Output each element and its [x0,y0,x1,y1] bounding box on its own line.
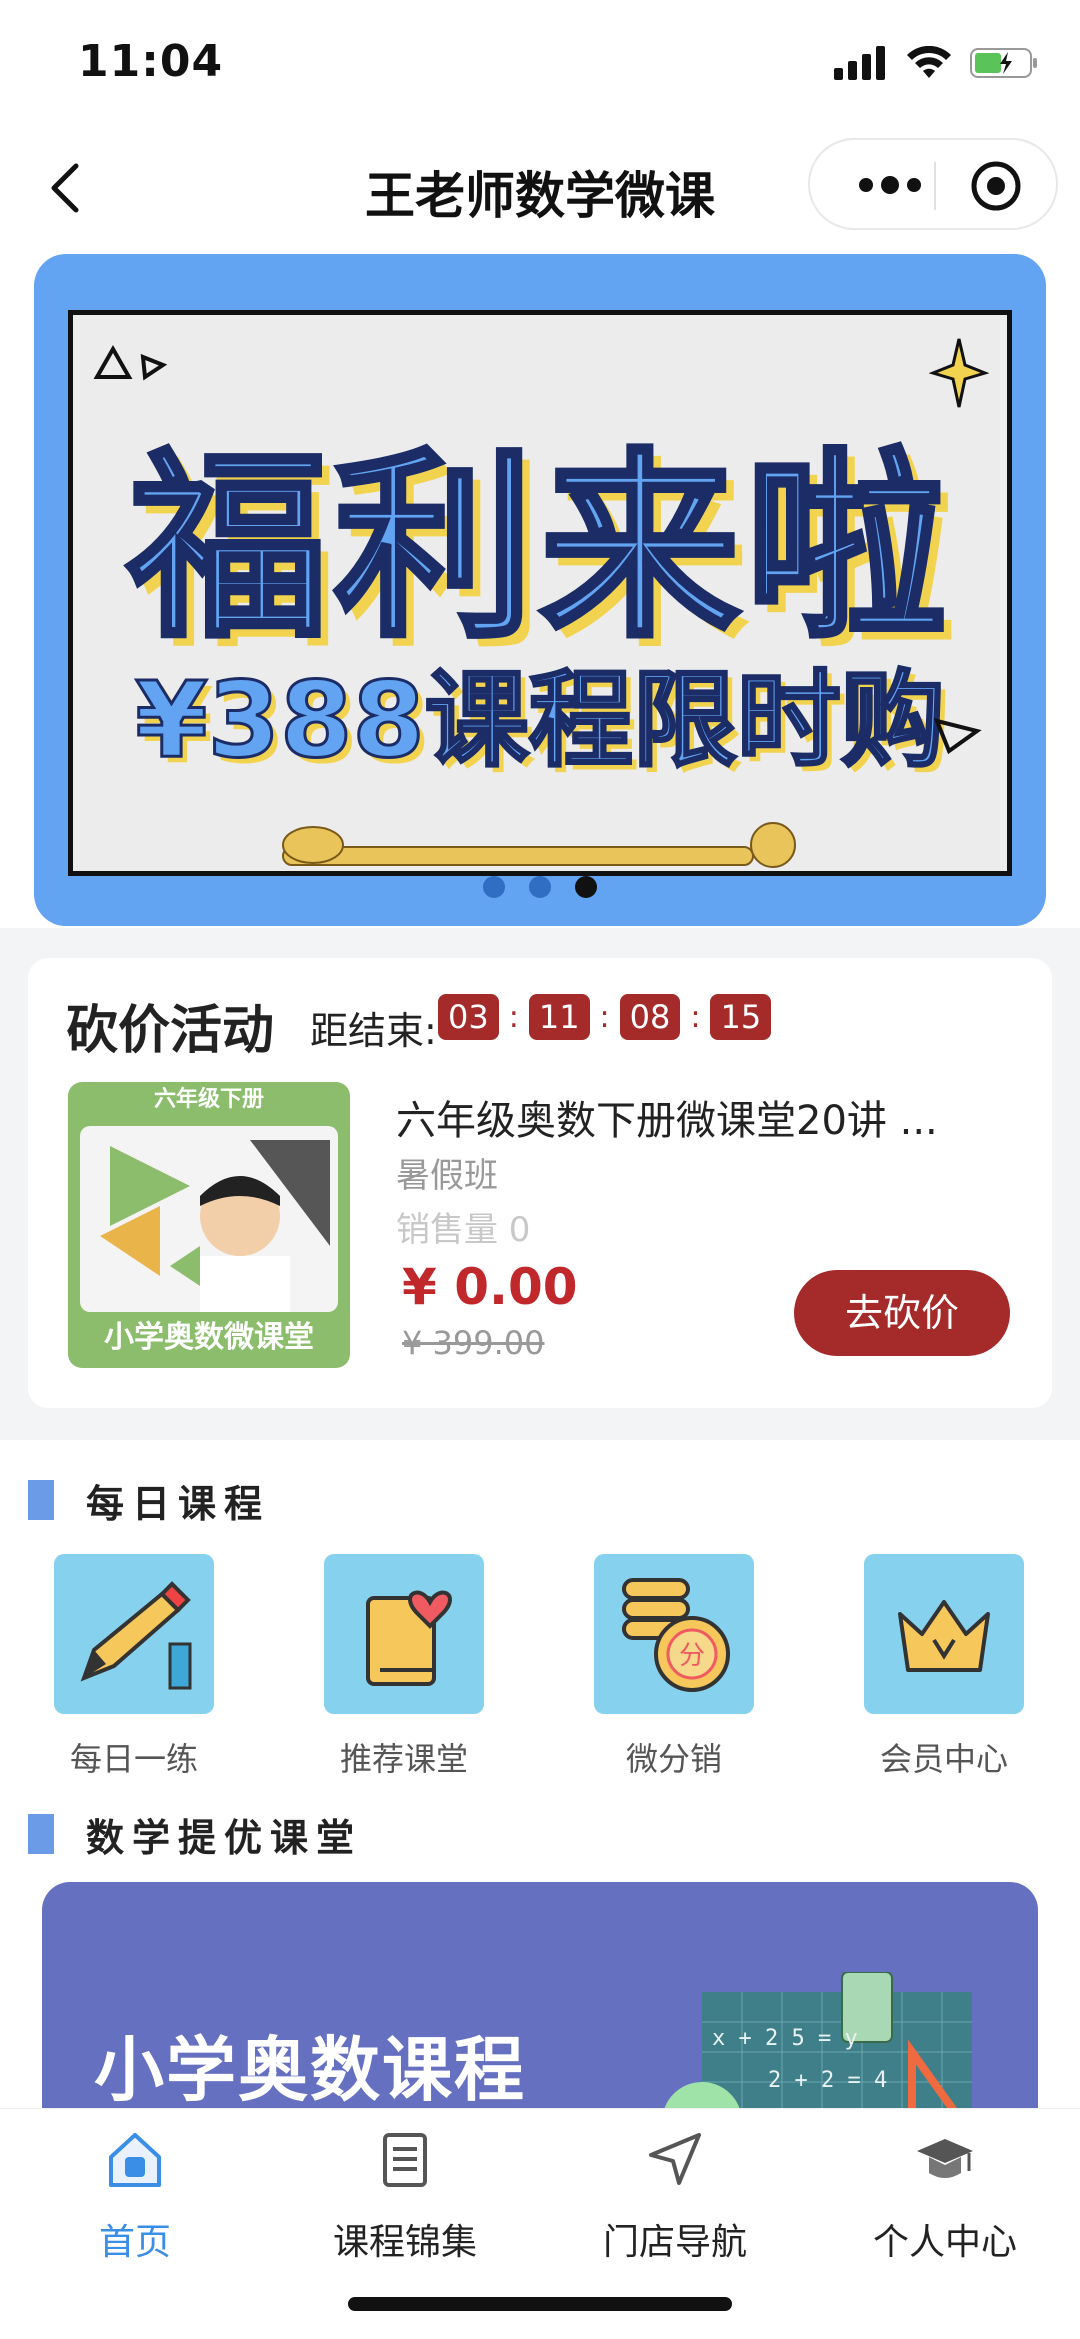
thumb-top-label: 六年级下册 [153,1087,264,1112]
course-thumbnail[interactable]: 六年级下册 小学奥数微课堂 [68,1082,350,1368]
promo-formula-2: 2 + 2 = 4 [768,2068,888,2093]
promo-carousel[interactable]: 福利来啦 ¥388课程限时购 [34,254,1046,926]
giraffe-icon [282,822,796,868]
countdown-seconds: 15 [710,994,772,1040]
course-tag: 暑假班 [396,1156,498,1196]
countdown-minutes: 08 [619,994,681,1040]
daily-item-label: 会员中心 [879,1740,1008,1778]
tab-collection[interactable]: 课程锦集 [270,2127,540,2265]
bargain-title: 砍价活动 [66,1001,275,1061]
thumb-illustration [80,1126,338,1312]
daily-item-membership[interactable]: 会员中心 [844,1554,1044,1780]
graduation-cap-icon [917,2139,973,2178]
signal-icon [834,46,885,80]
countdown-hours: 11 [528,994,590,1040]
home-icon [109,2133,161,2187]
status-time: 11:04 [78,36,224,87]
daily-course-grid: 每日一练 推荐课堂 分 微分销 会员中心 [0,1554,1080,1778]
status-icons [834,46,1040,80]
collection-icon [383,2133,427,2187]
daily-item-distribution[interactable]: 分 微分销 [574,1554,774,1780]
countdown-separator: : [599,999,610,1035]
daily-item-label: 每日一练 [69,1740,198,1778]
more-icon[interactable] [850,162,930,208]
triangle-decoration-icon [933,718,982,755]
triangle-decoration-icon [93,344,168,381]
thumb-bottom-label: 小学奥数微课堂 [104,1320,314,1355]
mini-program-capsule [808,138,1058,230]
bargain-button[interactable]: 去砍价 [794,1270,1010,1356]
section-heading-daily: 每日课程 [28,1470,270,1530]
bargain-card: 砍价活动 距结束: 03 : 11 : 08 : 15 六年级下册 小学奥数微课… [28,958,1052,1408]
wifi-icon [907,46,951,78]
tab-label: 首页 [98,2222,171,2263]
svg-text:分: 分 [679,1641,705,1671]
coins-icon: 分 [594,1554,754,1714]
tab-label: 门店导航 [602,2222,747,2263]
section-heading-text: 每日课程 [86,1481,271,1526]
course-price: ¥ 0.00 [402,1258,578,1316]
book-heart-icon [324,1554,484,1714]
countdown-separator: : [508,999,519,1035]
banner-subtitle: ¥388课程限时购 [134,658,946,783]
play-triangles-icon [100,1140,330,1312]
promo-formula-1: x + 2 5 = y [712,2026,858,2051]
capsule-divider [934,162,936,210]
heading-accent-bar [28,1814,54,1854]
pen-icon [54,1554,214,1714]
battery-icon [970,48,1037,78]
daily-item-recommended[interactable]: 推荐课堂 [304,1554,504,1780]
carousel-indicator[interactable] [34,876,1046,898]
crown-icon [864,1554,1024,1714]
tab-bar: 首页 课程锦集 门店导航 个人中心 [0,2108,1080,2339]
section-heading-math: 数学提优课堂 [28,1804,362,1864]
heading-accent-bar [28,1480,54,1520]
navigation-icon [649,2133,701,2185]
carousel-slide[interactable]: 福利来啦 ¥388课程限时购 [68,310,1012,876]
status-bar: 11:04 [0,0,1080,130]
carousel-dot-active[interactable] [575,876,597,898]
countdown-label: 距结束: [310,1009,437,1053]
section-heading-text: 数学提优课堂 [86,1815,363,1860]
carousel-dot[interactable] [529,876,551,898]
close-mini-program-icon[interactable] [968,158,1024,214]
daily-item-label: 推荐课堂 [339,1740,468,1778]
carousel-dot[interactable] [483,876,505,898]
countdown-days: 03 [438,994,499,1040]
promo-title: 小学奥数课程 [94,2029,526,2111]
nav-bar: 王老师数学微课 [0,130,1080,250]
tab-label: 个人中心 [872,2222,1017,2263]
tab-label: 课程锦集 [332,2222,477,2263]
original-price: ¥ 399.00 [402,1324,545,1362]
tab-store-navigation[interactable]: 门店导航 [540,2127,810,2265]
course-name[interactable]: 六年级奥数下册微课堂20讲 ... [396,1088,996,1146]
home-indicator [348,2297,732,2311]
countdown-timer: 03 : 11 : 08 : 15 [438,994,772,1040]
banner-title: 福利来啦 [125,430,952,668]
tab-profile[interactable]: 个人中心 [810,2127,1080,2265]
course-sales: 销售量 0 [396,1210,531,1250]
daily-item-practice[interactable]: 每日一练 [34,1554,234,1780]
tab-home[interactable]: 首页 [0,2127,270,2265]
daily-item-label: 微分销 [625,1740,722,1778]
countdown-separator: : [690,999,701,1035]
